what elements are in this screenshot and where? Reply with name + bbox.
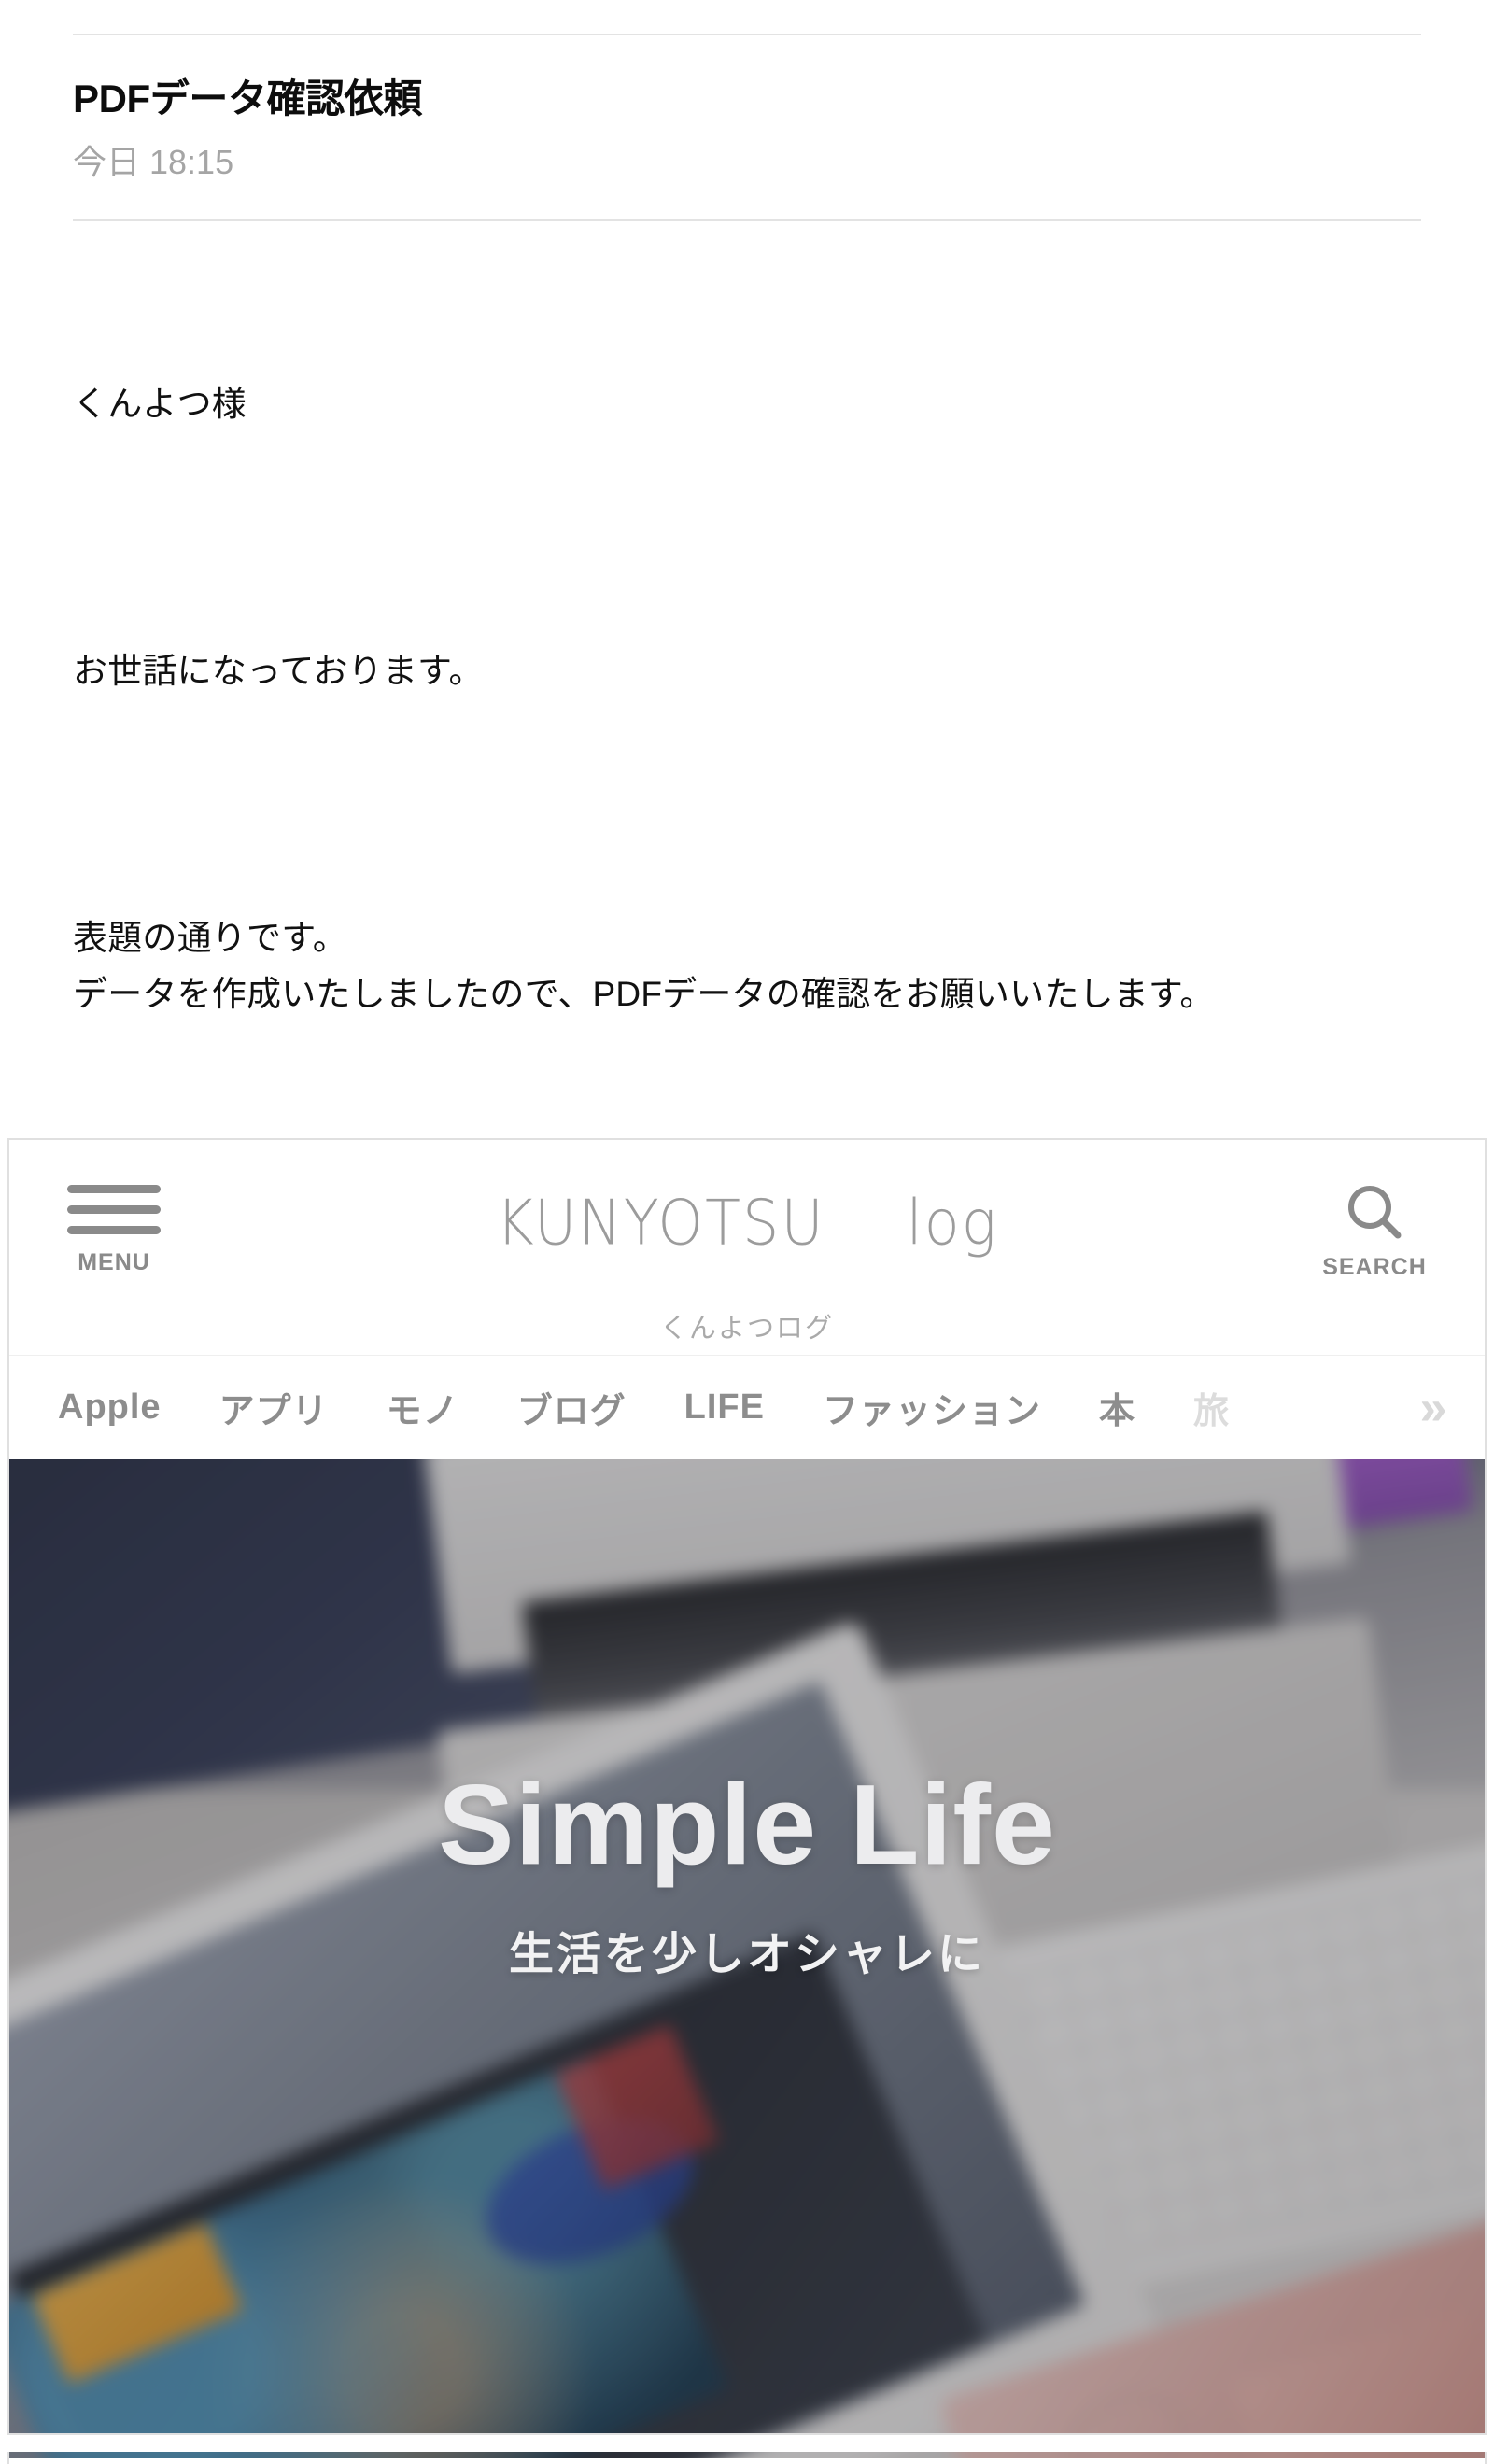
site-tagline: くんよつログ [659, 1314, 834, 1344]
nav-item-apple[interactable]: Apple [58, 1387, 162, 1428]
hero-copy: Simple Life 生活を少しオシャレに [9, 1767, 1485, 1982]
hero-title: Simple Life [438, 1761, 1056, 1888]
search-label: SEARCH [1322, 1254, 1427, 1280]
site-hero[interactable]: Simple Life 生活を少しオシャレに [9, 1459, 1485, 2458]
site-title-sub: log [906, 1186, 998, 1260]
site-nav[interactable]: Apple アプリ モノ ブログ LIFE ファッション 本 旅 » [9, 1355, 1485, 1459]
divider-top [73, 34, 1421, 35]
nav-item-apps[interactable]: アプリ [219, 1382, 329, 1433]
search-button[interactable]: SEARCH [1309, 1181, 1440, 1281]
nav-item-fashion[interactable]: ファッション [823, 1382, 1041, 1433]
mail-timestamp: 今日 18:15 [73, 143, 234, 182]
site-title[interactable]: KUNYOTSU log [9, 1186, 1485, 1260]
nav-item-partial[interactable]: 旅 [1193, 1382, 1230, 1433]
mail-subject: PDFデータ確認依頼 [73, 77, 423, 120]
card-bottom-edge [7, 2433, 1487, 2452]
chevron-double-right-icon[interactable]: » [1382, 1356, 1485, 1459]
mail-greeting: くんよつ様 [73, 385, 247, 424]
mail-opening: お世話になっております。 [73, 652, 484, 691]
nav-item-mono[interactable]: モノ [387, 1382, 459, 1433]
nav-item-book[interactable]: 本 [1099, 1382, 1135, 1433]
nav-item-blog[interactable]: ブログ [517, 1382, 627, 1433]
search-icon [1348, 1186, 1402, 1239]
site-header: MENU KUNYOTSU log くんよつログ SEARCH [9, 1140, 1485, 1355]
site-title-main: KUNYOTSU [496, 1186, 825, 1260]
nav-item-life[interactable]: LIFE [684, 1387, 765, 1428]
hero-subtitle: 生活を少しオシャレに [508, 1930, 985, 1979]
mail-body-paragraph: 表題の通りです。 データを作成いたしましたので、PDFデータの確認をお願いいたし… [73, 918, 1215, 1013]
site-preview-card[interactable]: MENU KUNYOTSU log くんよつログ SEARCH Apple アプ… [7, 1138, 1487, 2464]
divider-header [73, 219, 1421, 222]
